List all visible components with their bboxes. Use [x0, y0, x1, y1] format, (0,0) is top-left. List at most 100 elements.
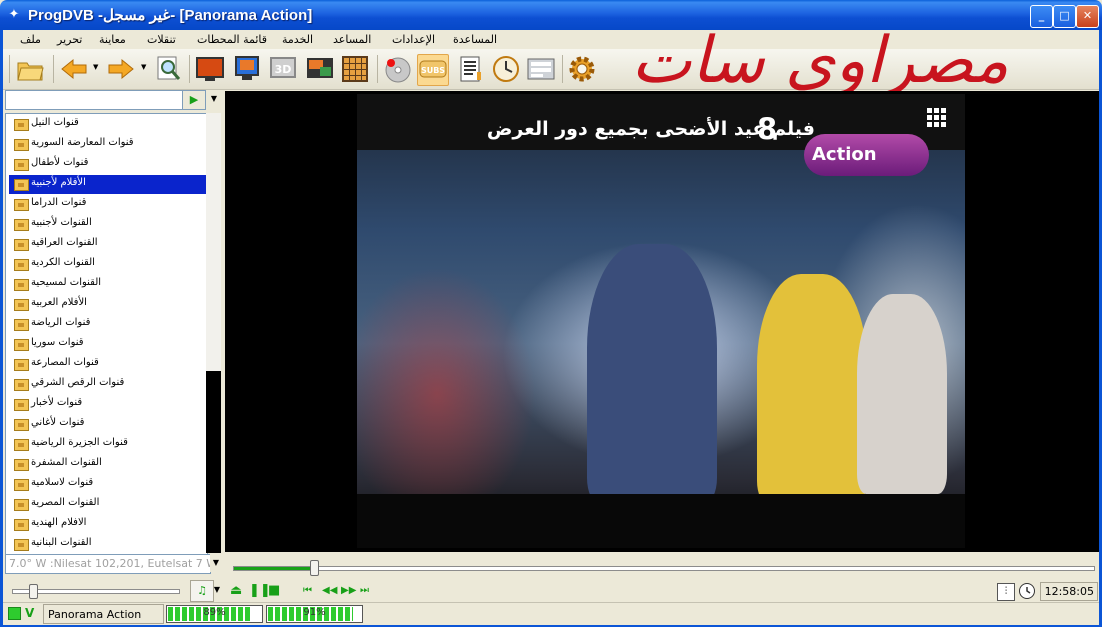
channel-list-label: قنوات الدراما — [31, 197, 87, 208]
back-arrow-icon[interactable] — [59, 54, 89, 84]
menu-file[interactable]: ملف — [20, 33, 41, 46]
folder-icon — [14, 339, 29, 351]
seek-handle[interactable] — [310, 560, 319, 576]
folder-icon — [14, 479, 29, 491]
teletext-icon[interactable] — [455, 54, 485, 84]
menu-settings[interactable]: الإعدادات — [392, 33, 435, 46]
folder-icon — [14, 299, 29, 311]
record-disc-icon[interactable] — [383, 54, 413, 84]
channel-list-item[interactable]: القنوات الكردية — [9, 255, 206, 274]
chevron-down-icon[interactable]: ▼ — [207, 90, 221, 108]
current-channel-name: Panorama Action — [48, 608, 142, 621]
menu-assistant[interactable]: المساعد — [333, 33, 371, 46]
channel-search-input[interactable] — [5, 90, 183, 110]
picture-in-picture-icon[interactable] — [305, 54, 335, 84]
channel-list-item[interactable]: قنوات الرقص الشرقي — [9, 375, 206, 394]
satellite-dish-icon[interactable]: ✦ — [6, 7, 22, 23]
signal-level-meter: 89% — [166, 605, 263, 623]
status-bar: V Panorama Action 89% 91% — [3, 602, 1099, 625]
channel-list-label: القنوات العراقية — [31, 237, 98, 248]
seek-track[interactable] — [233, 566, 1095, 571]
channel-list-item[interactable]: قنوات المعارضة السورية — [9, 135, 206, 154]
satellite-selector[interactable]: 7.0° W :Nilesat 102,201, Eutelsat 7 West… — [5, 554, 211, 574]
play-search-icon[interactable]: ▶ — [182, 90, 206, 110]
scrollbar-thumb[interactable] — [206, 371, 221, 553]
channel-list-scrollbar[interactable] — [206, 113, 221, 553]
forward-arrow-icon[interactable] — [106, 54, 136, 84]
close-icon[interactable]: ✕ — [1076, 5, 1099, 28]
satellite-text: 7.0° W :Nilesat 102,201, Eutelsat 7 West… — [9, 557, 210, 570]
channel-list-item[interactable]: الأفلام لأجنبية — [9, 175, 206, 194]
settings-gear-icon[interactable] — [567, 54, 597, 84]
menu-preview[interactable]: معاينة — [99, 33, 126, 46]
channel-list-item[interactable]: القنوات البنانية — [9, 535, 206, 554]
folder-icon — [14, 439, 29, 451]
channel-list-item[interactable]: القنوات لأجنبية — [9, 215, 206, 234]
menu-help[interactable]: المساعدة — [453, 33, 497, 46]
signal-quality-meter: 91% — [266, 605, 363, 623]
menu-channel-list[interactable]: قائمة المحطات — [197, 33, 267, 46]
channel-name-cell: Panorama Action — [43, 604, 164, 624]
toolbar: ▼ ▼ 3D SUBS — [3, 49, 1099, 90]
channel-list-item[interactable]: قنوات الدراما — [9, 195, 206, 214]
folder-icon — [14, 399, 29, 411]
menu-service[interactable]: الخدمة — [282, 33, 313, 46]
grid-icon — [927, 108, 946, 127]
back-dropdown-icon[interactable]: ▼ — [93, 63, 98, 71]
channel-list-item[interactable]: القنوات العراقية — [9, 235, 206, 254]
channel-list-item[interactable]: قنوات الجزيرة الرياضية — [9, 435, 206, 454]
video-frame[interactable]: فيلم عيد الأضحى بجميع دور العرض 8 Action — [357, 94, 965, 548]
screen-icon[interactable] — [195, 54, 225, 84]
channel-list-item[interactable]: قنوات لأطفال — [9, 155, 206, 174]
clock-display: 12:58:05 — [1040, 582, 1098, 601]
channel-list-item[interactable]: قنوات النيل — [9, 115, 206, 134]
mosaic-icon[interactable] — [340, 54, 370, 84]
chevron-down-icon[interactable]: ▼ — [210, 554, 222, 572]
eject-icon[interactable]: ⏏ — [230, 584, 242, 598]
channel-list-item[interactable]: القنوات المصرية — [9, 495, 206, 514]
forward-dropdown-icon[interactable]: ▼ — [141, 63, 146, 71]
fullscreen-icon[interactable] — [232, 54, 262, 84]
channel-logo: Action — [804, 134, 929, 176]
svg-text:SUBS: SUBS — [421, 66, 445, 75]
channel-list-item[interactable]: الأفلام العربية — [9, 295, 206, 314]
channel-list-item[interactable]: الافلام الهندية — [9, 515, 206, 534]
menu-edit[interactable]: تحرير — [57, 33, 82, 46]
timer-clock-icon[interactable] — [491, 54, 521, 84]
volume-handle[interactable] — [29, 584, 38, 599]
video-figure — [857, 294, 947, 494]
folder-icon — [14, 359, 29, 371]
channel-list-item[interactable]: قنوات لأغاني — [9, 415, 206, 434]
search-channel-icon[interactable] — [154, 54, 184, 84]
menu-navigation[interactable]: تنقلات — [147, 33, 176, 46]
channel-list-item[interactable]: قنوات الرياضة — [9, 315, 206, 334]
channel-list-label: الافلام الهندية — [31, 517, 87, 528]
clock-time: 12:58:05 — [1044, 585, 1094, 598]
folder-icon — [14, 279, 29, 291]
maximize-icon[interactable]: □ — [1053, 5, 1076, 28]
clock-icon[interactable] — [1019, 583, 1035, 599]
fast-forward-icon[interactable]: ▶▶ — [341, 584, 356, 598]
minimize-icon[interactable]: _ — [1030, 5, 1053, 28]
channel-list-item[interactable]: القنوات المشفرة — [9, 455, 206, 474]
window-title: ProgDVB -غير مسجل- [Panorama Action] — [28, 7, 313, 24]
toolbar-separator — [377, 55, 378, 83]
chevron-down-icon[interactable]: ▼ — [212, 580, 222, 600]
skip-back-icon[interactable]: ⏮ — [303, 584, 312, 598]
channel-list-item[interactable]: قنوات المصارعة — [9, 355, 206, 374]
channel-list-item[interactable]: القنوات لمسيحية — [9, 275, 206, 294]
3d-icon[interactable]: 3D — [268, 54, 298, 84]
video-figure — [587, 244, 717, 504]
open-folder-icon[interactable] — [15, 54, 45, 84]
channel-list-item[interactable]: قنوات لأخبار — [9, 395, 206, 414]
stop-icon[interactable]: ■ — [268, 584, 280, 598]
audio-track-icon[interactable]: ♫ — [190, 580, 214, 602]
channel-list-item[interactable]: قنوات سوريا — [9, 335, 206, 354]
subtitles-icon[interactable]: SUBS — [417, 54, 449, 86]
skip-forward-icon[interactable]: ⏭ — [360, 584, 369, 598]
rewind-icon[interactable]: ◀◀ — [322, 584, 337, 598]
seek-bar[interactable] — [225, 556, 1099, 576]
mixer-icon[interactable]: ⫶ — [997, 583, 1015, 601]
channel-list-item[interactable]: قنوات لاسلامية — [9, 475, 206, 494]
epg-icon[interactable] — [526, 54, 556, 84]
